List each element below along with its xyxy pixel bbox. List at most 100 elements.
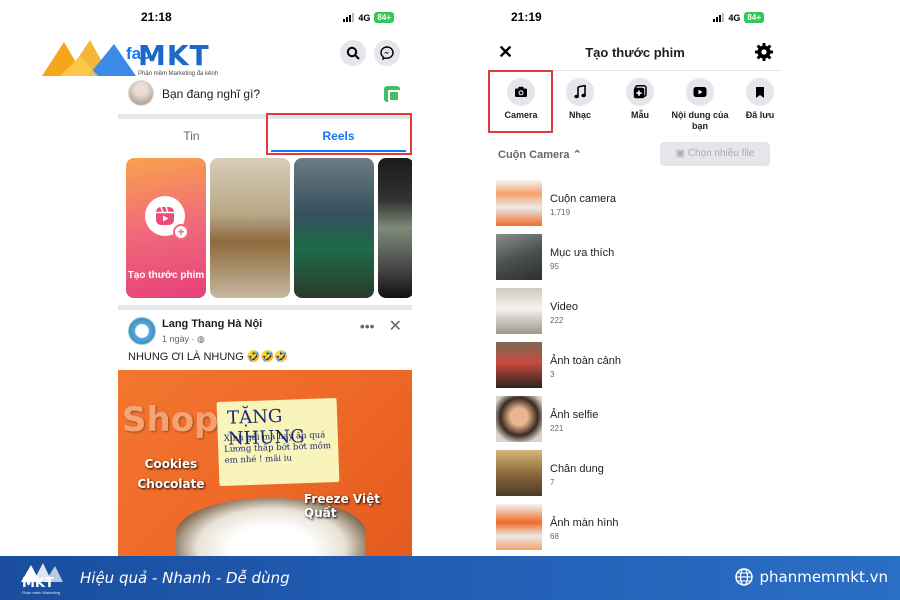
album-name: Ảnh selfie [550, 409, 599, 421]
reel-thumbnail[interactable] [210, 158, 290, 298]
chevron-up-icon: ⌃ [572, 149, 582, 161]
highlight-reels-tab [266, 113, 412, 155]
album-name: Mục ưa thích [550, 247, 615, 259]
create-reel-label: Tạo thước phim [127, 270, 205, 281]
status-time: 21:18 [141, 10, 172, 24]
battery-icon: 84+ [374, 12, 394, 23]
highlight-camera-category [488, 70, 553, 133]
post-time: 1 ngày · ◍ [162, 334, 205, 345]
album-thumbnail [496, 234, 542, 280]
album-name: Ảnh màn hình [550, 517, 619, 529]
mkt-wordmark: MKT [138, 39, 210, 72]
album-thumbnail [496, 450, 542, 496]
album-name: Chân dung [550, 463, 604, 475]
select-multiple-label: Chọn nhiều file [687, 148, 755, 159]
album-thumbnail [496, 288, 542, 334]
album-dropdown-label: Cuộn Camera [498, 149, 570, 161]
post-actions: ••• ✕ [360, 316, 402, 336]
list-item[interactable]: Ảnh toàn cảnh 3 [496, 342, 776, 396]
image-label-cookies: Cookies Chocolate [137, 457, 205, 491]
status-bar: 21:19 4G 84+ [488, 0, 782, 34]
page-title: Tạo thước phim [585, 45, 685, 60]
status-indicators: 4G 84+ [343, 12, 394, 23]
network-label: 4G [358, 12, 371, 23]
album-thumbnail [496, 504, 542, 550]
photo-icon[interactable] [384, 86, 400, 102]
category-label: Mẫu [631, 110, 649, 120]
album-count: 3 [550, 370, 555, 379]
page-avatar[interactable] [128, 317, 156, 345]
album-name: Ảnh toàn cảnh [550, 355, 621, 367]
album-name: Cuộn camera [550, 193, 617, 205]
screenshot-canvas: 21:18 4G 84+ Bạn đang nghĩ gì? Tin Reels [0, 0, 900, 600]
post-caption: NHUNG ƠI LÀ NHUNG 🤣🤣🤣 [128, 351, 288, 363]
divider [118, 305, 412, 310]
settings-button[interactable] [754, 42, 774, 67]
album-count: 1.719 [550, 208, 571, 217]
album-dropdown[interactable]: Cuộn Camera ⌃ [498, 148, 582, 161]
messenger-icon [380, 46, 394, 60]
album-count: 222 [550, 316, 564, 325]
close-icon[interactable]: ✕ [389, 316, 402, 336]
image-note: TẶNG NHUNG Xinh gái mà hay ăn quá Lương … [216, 397, 340, 487]
plus-icon: + [173, 224, 189, 240]
footer-website[interactable]: phanmemmkt.vn [735, 568, 888, 586]
select-multiple-button[interactable]: ▣ Chọn nhiều file [660, 142, 770, 166]
category-templates[interactable]: Mẫu [610, 74, 670, 121]
category-music[interactable]: Nhạc [550, 74, 610, 121]
post-header: Lang Thang Hà Nội 1 ngày · ◍ ••• ✕ [118, 314, 412, 354]
album-thumbnail [496, 396, 542, 442]
list-item[interactable]: Video 222 [496, 288, 776, 342]
list-item[interactable]: Chân dung 7 [496, 450, 776, 504]
create-reel-card[interactable]: + Tạo thước phim [126, 158, 206, 298]
album-name: Video [550, 301, 578, 313]
status-time: 21:19 [511, 10, 542, 24]
play-icon [686, 78, 714, 106]
category-your-content[interactable]: Nội dung của bạn [670, 74, 730, 132]
signal-icon [343, 13, 355, 22]
mkt-logo: fac MKT Phần mềm Marketing đa kênh [40, 36, 230, 86]
music-icon [566, 78, 594, 106]
create-reel-header: ✕ Tạo thước phim [488, 38, 782, 68]
header-actions [340, 40, 400, 66]
gear-icon [755, 43, 773, 61]
search-icon [346, 46, 360, 60]
album-list: Cuộn camera 1.719 Mục ưa thích 95 Video … [496, 180, 776, 556]
more-options-icon[interactable]: ••• [360, 318, 375, 334]
post-author[interactable]: Lang Thang Hà Nội [162, 318, 262, 330]
globe-icon: ◍ [197, 334, 205, 344]
list-item[interactable]: Ảnh selfie 221 [496, 396, 776, 450]
signal-icon [713, 13, 725, 22]
website-url[interactable]: phanmemmkt.vn [759, 568, 888, 586]
image-label-freeze: Freeze Việt Quất [304, 492, 380, 520]
category-saved[interactable]: Đã lưu [730, 74, 782, 121]
list-item[interactable]: Ảnh màn hình 68 [496, 504, 776, 556]
battery-icon: 84+ [744, 12, 764, 23]
note-body: Xinh gái mà hay ăn quá Lương thấp bớt bớ… [223, 430, 332, 466]
footer-banner: MKT Phần mềm Marketing Hiệu quả - Nhanh … [0, 556, 900, 600]
category-label: Nội dung của bạn [671, 110, 729, 131]
globe-icon [735, 568, 754, 586]
search-button[interactable] [340, 40, 366, 66]
composer-placeholder[interactable]: Bạn đang nghĩ gì? [162, 87, 260, 101]
template-icon [626, 78, 654, 106]
reel-thumbnail[interactable] [294, 158, 374, 298]
network-label: 4G [728, 12, 741, 23]
album-count: 221 [550, 424, 564, 433]
album-thumbnail [496, 342, 542, 388]
post-time-text: 1 ngày · [162, 334, 198, 344]
list-item[interactable]: Cuộn camera 1.719 [496, 180, 776, 234]
status-bar: 21:18 4G 84+ [118, 0, 412, 34]
tab-stories[interactable]: Tin [118, 120, 265, 152]
list-item[interactable]: Mục ưa thích 95 [496, 234, 776, 288]
reels-carousel: + Tạo thước phim [126, 158, 412, 298]
messenger-button[interactable] [374, 40, 400, 66]
reel-thumbnail[interactable] [378, 158, 412, 298]
album-count: 7 [550, 478, 555, 487]
status-indicators: 4G 84+ [713, 12, 764, 23]
post-image[interactable]: Shope TẶNG NHUNG Xinh gái mà hay ăn quá … [118, 370, 412, 556]
mkt-tagline: Phần mềm Marketing đa kênh [138, 71, 219, 77]
category-label: Đã lưu [745, 110, 775, 120]
category-label: Nhạc [568, 110, 591, 120]
footer-logo-tagline: Phần mềm Marketing [22, 590, 61, 595]
